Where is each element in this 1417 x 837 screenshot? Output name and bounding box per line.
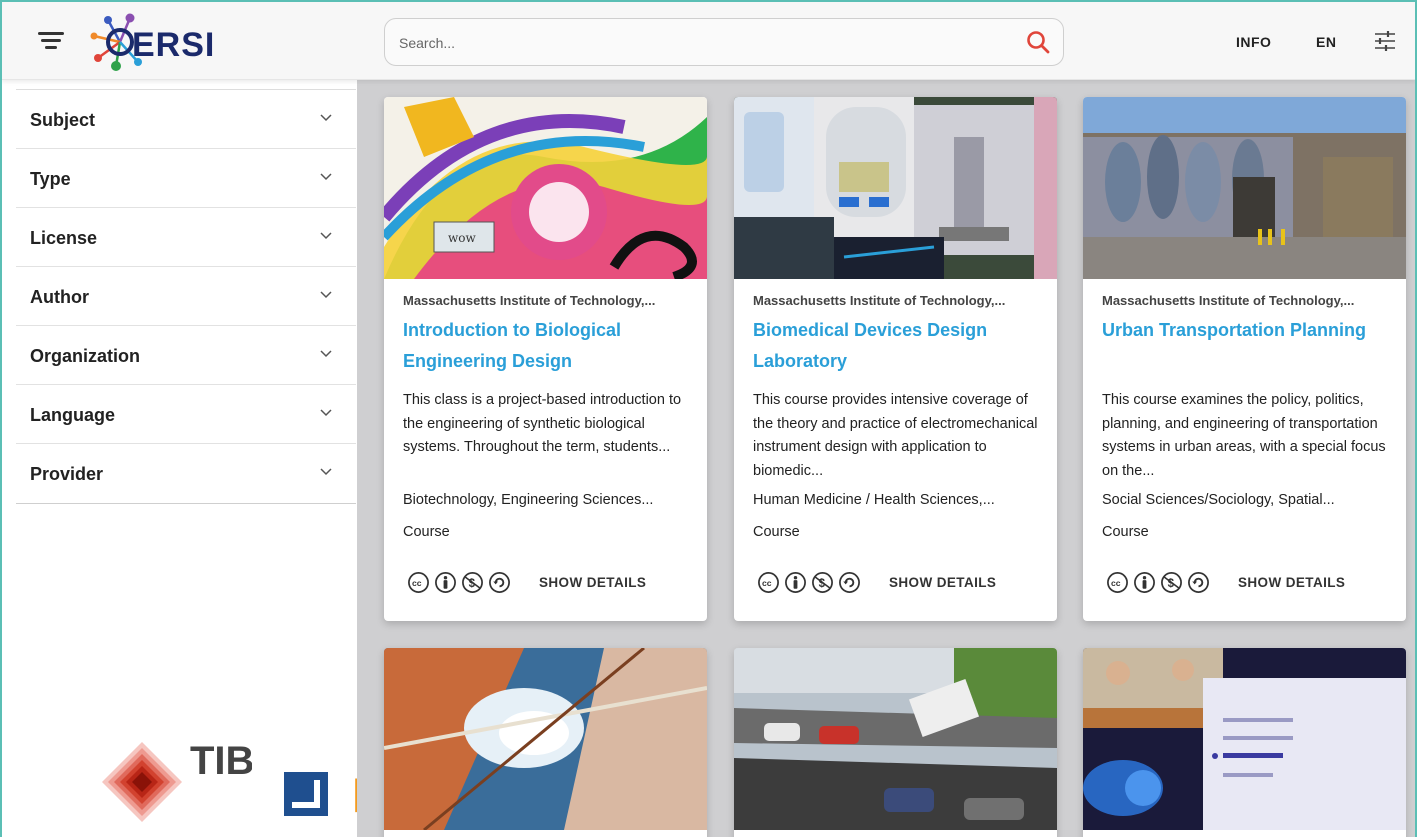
card-thumbnail[interactable] [384,648,707,830]
license-icons[interactable]: cc $ [757,571,867,595]
facet-type[interactable]: Type [16,149,356,208]
filter-menu-icon[interactable] [38,28,66,54]
facet-subject[interactable]: Subject [16,90,356,149]
attribution-icon [785,572,806,593]
facet-language[interactable]: Language [16,385,356,444]
card-description: This course provides intensive coverage … [753,392,1038,479]
result-card: Massachusetts Institute of Technology,..… [1083,97,1406,621]
facet-organization[interactable]: Organization [16,326,356,385]
chevron-down-icon [320,291,332,299]
card-title-link[interactable]: Biomedical Devices Design Laboratory [753,315,1043,377]
facet-list: Subject Type License Author Organization… [16,89,356,504]
card-subjects: Biotechnology, Engineering Sciences... [403,492,654,508]
chevron-down-icon [320,232,332,240]
app-frame: ERSI INFO EN Subject Ty [0,0,1417,837]
facet-label: Type [30,169,71,189]
show-details-button[interactable]: SHOW DETAILS [1238,575,1345,590]
search-input[interactable] [399,31,999,55]
card-thumbnail[interactable] [734,648,1057,830]
noncommercial-icon: $ [1161,572,1182,593]
card-organization: Massachusetts Institute of Technology,..… [1102,293,1355,308]
tune-settings-icon[interactable] [1374,31,1396,51]
card-thumbnail[interactable] [1083,648,1406,830]
facet-label: License [30,228,98,248]
chevron-down-icon [320,173,332,181]
oersi-logo[interactable]: ERSI [90,12,220,72]
chevron-down-icon [320,468,332,476]
noncommercial-icon: $ [462,572,483,593]
card-organization: Massachusetts Institute of Technology,..… [753,293,1006,308]
card-thumbnail[interactable]: wow [384,97,707,279]
card-thumbnail[interactable] [734,97,1057,279]
search-icon[interactable] [1025,29,1051,55]
svg-text:cc: cc [1111,578,1121,588]
chevron-down-icon [320,409,332,417]
facet-label: Language [30,405,116,425]
facet-label: Organization [30,346,141,366]
top-app-bar: ERSI INFO EN [2,2,1415,80]
card-title-link[interactable]: Introduction to Biological Engineering D… [403,315,693,377]
facet-author[interactable]: Author [16,267,356,326]
card-subjects: Human Medicine / Health Sciences,... [753,492,995,508]
card-type: Course [403,524,450,540]
noncommercial-icon: $ [812,572,833,593]
card-organization: Massachusetts Institute of Technology,..… [403,293,656,308]
svg-text:cc: cc [412,578,422,588]
tib-wordmark: TIB [190,740,252,783]
facet-label: Author [30,287,89,307]
sharealike-icon [1188,572,1209,593]
language-selector[interactable]: EN [1316,34,1336,50]
license-icons[interactable]: cc $ [407,571,517,595]
attribution-icon [1134,572,1155,593]
thumbnail-word: wow [448,231,476,245]
info-link[interactable]: INFO [1236,34,1271,50]
show-details-button[interactable]: SHOW DETAILS [539,575,646,590]
card-description: This class is a project-based introducti… [403,392,682,455]
facet-provider[interactable]: Provider [16,444,356,503]
cc-icon: cc [1107,572,1128,593]
cc-icon: cc [758,572,779,593]
card-thumbnail[interactable] [1083,97,1406,279]
attribution-icon [435,572,456,593]
result-card [384,648,707,837]
facet-label: Subject [30,110,96,130]
card-title-link[interactable]: Urban Transportation Planning [1102,315,1392,346]
cc-icon: cc [408,572,429,593]
license-icons[interactable]: cc $ [1106,571,1216,595]
result-card [1083,648,1406,837]
results-grid: wow Massachusetts Institute of Technolog… [357,80,1415,837]
logo-wordmark: ERSI [132,26,216,64]
card-type: Course [1102,524,1149,540]
chevron-down-icon [320,350,332,358]
search-bar[interactable] [384,18,1064,66]
sharealike-icon [489,572,510,593]
result-card: wow Massachusetts Institute of Technolog… [384,97,707,621]
result-card [734,648,1057,837]
sharealike-icon [839,572,860,593]
facet-label: Provider [30,464,104,484]
result-card: Massachusetts Institute of Technology,..… [734,97,1057,621]
chevron-down-icon [320,114,332,122]
card-subjects: Social Sciences/Sociology, Spatial... [1102,492,1335,508]
tib-logo: TIB [102,740,252,822]
filter-sidebar: Subject Type License Author Organization… [2,80,431,837]
show-details-button[interactable]: SHOW DETAILS [889,575,996,590]
svg-text:cc: cc [762,578,772,588]
card-type: Course [753,524,800,540]
facet-license[interactable]: License [16,208,356,267]
card-description: This course examines the policy, politic… [1102,392,1386,479]
